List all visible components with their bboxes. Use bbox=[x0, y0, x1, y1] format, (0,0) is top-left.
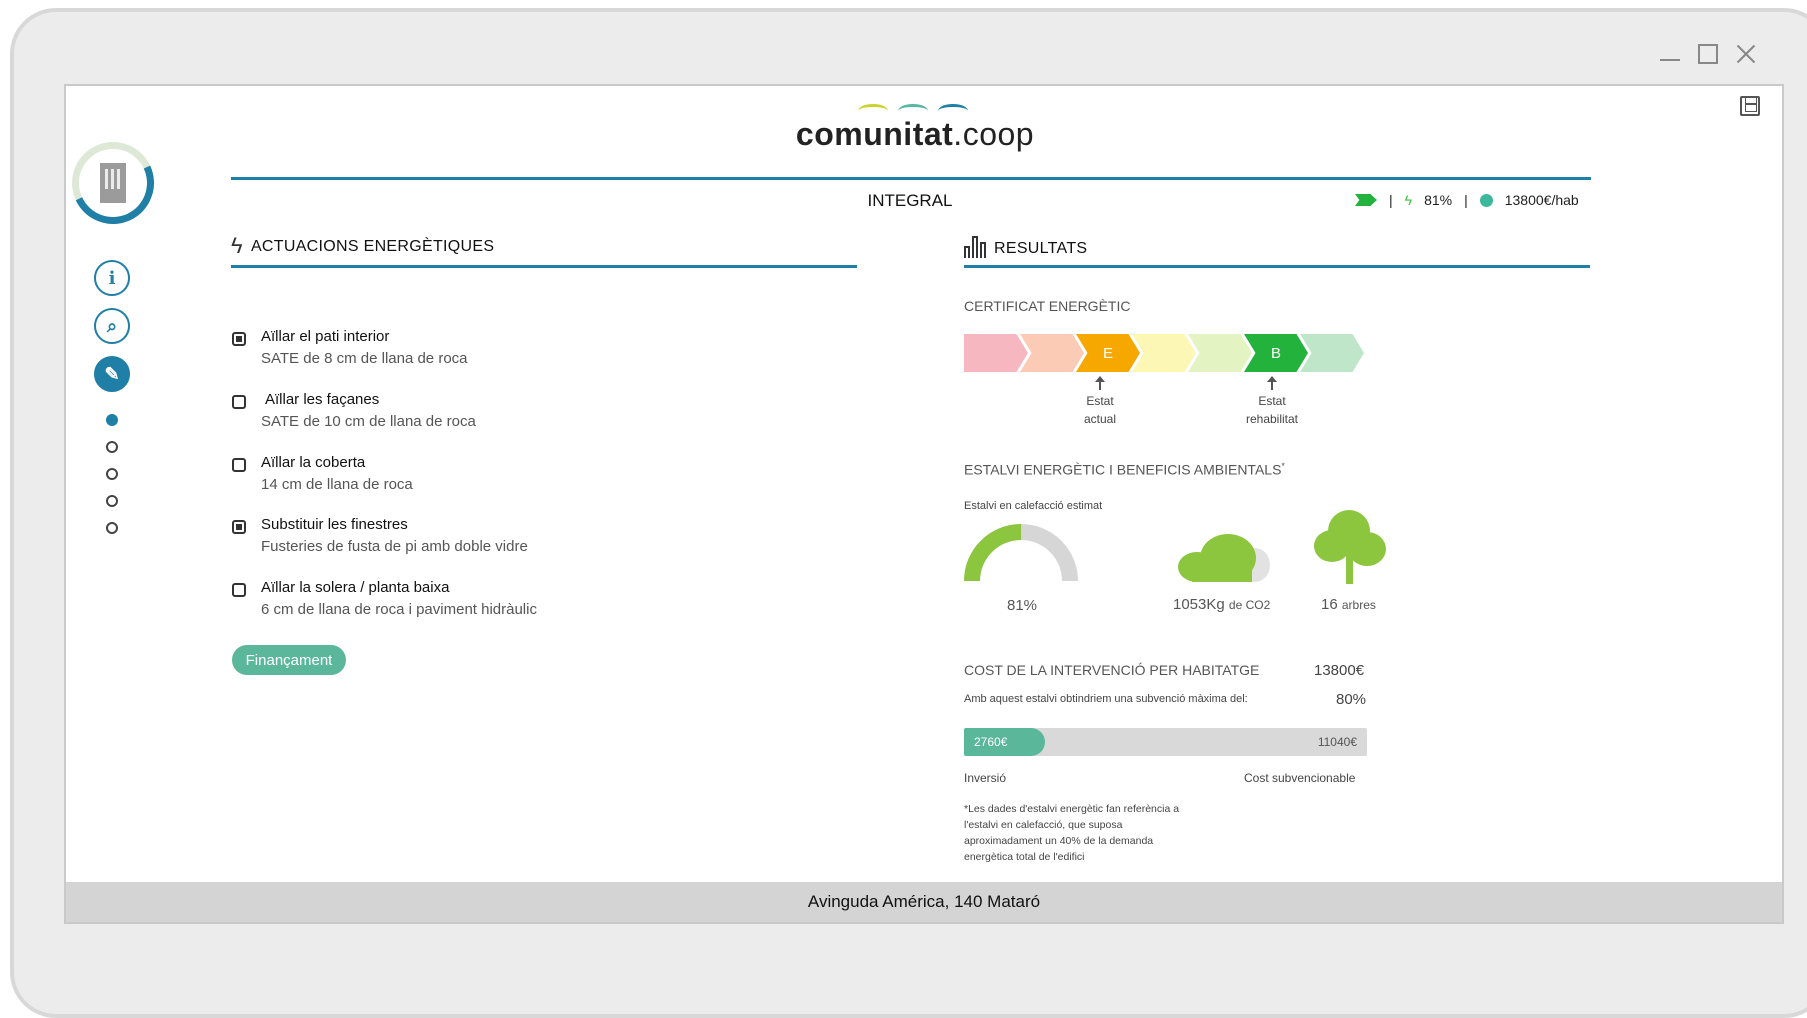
bar-chart-icon-bar bbox=[972, 236, 978, 258]
logo-arc-2 bbox=[898, 104, 928, 118]
checkbox[interactable] bbox=[232, 583, 246, 597]
cert-current-line1: Estat bbox=[1086, 394, 1114, 408]
action-sub: 6 cm de llana de roca i paviment hidràul… bbox=[261, 601, 537, 618]
arrow-up-icon bbox=[1095, 376, 1105, 390]
bolt-outline-icon: ϟ bbox=[231, 233, 243, 258]
cert-current-line2: actual bbox=[1083, 412, 1117, 426]
cost-value: 13800€ bbox=[1314, 662, 1365, 679]
energy-class-icon bbox=[1355, 194, 1377, 206]
trees-value: 16 bbox=[1321, 596, 1338, 613]
actuacions-heading-text: ACTUACIONS ENERGÈTIQUES bbox=[250, 238, 495, 255]
save-icon[interactable] bbox=[1740, 96, 1760, 116]
window-controls bbox=[1660, 44, 1756, 64]
action-sub: SATE de 8 cm de llana de roca bbox=[261, 350, 468, 367]
building-icon bbox=[100, 163, 126, 203]
brush-icon[interactable]: ✎ bbox=[94, 356, 130, 392]
step-dot-4[interactable] bbox=[106, 495, 118, 507]
subsidy-text: Amb aquest estalvi obtindriem una subven… bbox=[964, 693, 1248, 705]
action-title: Aïllar el pati interior bbox=[261, 328, 390, 345]
tree-icon bbox=[1314, 510, 1386, 584]
saving-pct: 81% bbox=[1424, 192, 1453, 208]
subsidy-value: 80% bbox=[1336, 691, 1367, 708]
logo-name: comunitat bbox=[795, 116, 954, 152]
maximize-icon[interactable] bbox=[1698, 44, 1718, 64]
env-title-mark: * bbox=[1281, 461, 1285, 471]
step-dot-1[interactable] bbox=[106, 414, 118, 426]
env-title-text: ESTALVI ENERGÈTIC I BENEFICIS AMBIENTALS bbox=[964, 461, 1282, 478]
trees-unit: arbres bbox=[1341, 598, 1376, 612]
cert-rehab-line1: Estat bbox=[1258, 394, 1286, 408]
action-title: Aïllar les façanes bbox=[265, 391, 380, 408]
financing-button[interactable]: Finançament bbox=[232, 645, 346, 675]
close-icon[interactable] bbox=[1736, 44, 1756, 64]
minimize-icon[interactable] bbox=[1660, 47, 1680, 61]
logo-arcs bbox=[790, 100, 1040, 116]
logo-arc-1 bbox=[858, 104, 888, 118]
actuacions-divider bbox=[231, 265, 857, 268]
bar-chart-icon-bar bbox=[980, 242, 986, 258]
subsidizable-value: 11040€ bbox=[1317, 735, 1357, 749]
cert-rehab-label: Estat rehabilitat bbox=[1232, 392, 1312, 428]
checkbox[interactable] bbox=[232, 458, 246, 472]
tree-trunk bbox=[1346, 552, 1353, 584]
resultats-divider bbox=[964, 265, 1590, 268]
bar-chart-icon-bar bbox=[964, 246, 970, 258]
resultats-heading-text: RESULTATS bbox=[994, 240, 1088, 257]
logo-suffix: .coop bbox=[953, 116, 1035, 152]
address-text: Avinguda América, 140 Mataró bbox=[807, 892, 1041, 911]
action-title: Substituir les finestres bbox=[261, 516, 408, 533]
trees-label: 16 arbres bbox=[1321, 596, 1376, 613]
bolt-icon: ϟ bbox=[1404, 192, 1413, 208]
info-icon[interactable]: i bbox=[94, 260, 130, 296]
investment-value: 2760€ bbox=[974, 735, 1008, 749]
heating-value: 81% bbox=[1007, 597, 1038, 614]
action-sub: 14 cm de llana de roca bbox=[261, 476, 413, 493]
tree-crown-top bbox=[1328, 510, 1370, 552]
env-title: ESTALVI ENERGÈTIC I BENEFICIS AMBIENTALS… bbox=[964, 461, 1285, 478]
checkbox[interactable] bbox=[232, 395, 246, 409]
step-dot-5[interactable] bbox=[106, 522, 118, 534]
cost-per-home: 13800€/hab bbox=[1504, 192, 1579, 208]
arrow-up-icon bbox=[1267, 376, 1277, 390]
logo: comunitat.coop bbox=[790, 100, 1040, 153]
co2-cloud-icon bbox=[1178, 534, 1270, 582]
heating-gauge-fill bbox=[964, 524, 1078, 581]
bar-chart-icon bbox=[964, 236, 986, 258]
coin-icon bbox=[1479, 193, 1493, 207]
logo-text: comunitat.coop bbox=[790, 116, 1040, 153]
cost-split-bar: 2760€ 11040€ bbox=[964, 728, 1367, 756]
heating-label: Estalvi en calefacció estimat bbox=[964, 500, 1103, 512]
cost-title: COST DE LA INTERVENCIÓ PER HABITATGE bbox=[964, 662, 1260, 678]
checkbox[interactable] bbox=[232, 520, 246, 534]
co2-unit: de CO2 bbox=[1228, 598, 1271, 612]
mode-title: INTEGRAL bbox=[867, 191, 953, 210]
search-icon[interactable]: ⌕ bbox=[94, 308, 130, 344]
address-footer: Avinguda América, 140 Mataró bbox=[66, 882, 1782, 922]
action-title: Aïllar la coberta bbox=[261, 454, 366, 471]
resultats-heading: RESULTATS bbox=[964, 236, 1087, 258]
cloud-base bbox=[1192, 564, 1252, 582]
co2-label: 1053Kg de CO2 bbox=[1173, 596, 1270, 613]
cert-rehab-line2: rehabilitat bbox=[1245, 412, 1299, 426]
cert-title: CERTIFICAT ENERGÈTIC bbox=[964, 298, 1131, 314]
header-stats: | ϟ 81% | 13800€/hab bbox=[1355, 192, 1579, 208]
actuacions-heading: ϟ ACTUACIONS ENERGÈTIQUES bbox=[231, 233, 495, 258]
checkbox[interactable] bbox=[232, 332, 246, 346]
action-sub: Fusteries de fusta de pi amb doble vidre bbox=[261, 538, 528, 555]
co2-value: 1053Kg bbox=[1173, 596, 1225, 613]
step-dot-3[interactable] bbox=[106, 468, 118, 480]
footnote: *Les dades d'estalvi energètic fan refer… bbox=[964, 803, 1180, 863]
stats-separator: | bbox=[1464, 192, 1468, 208]
investment-label: Inversió bbox=[964, 771, 1007, 785]
header-divider bbox=[231, 177, 1591, 180]
step-dot-2[interactable] bbox=[106, 441, 118, 453]
action-title: Aïllar la solera / planta baixa bbox=[261, 579, 450, 596]
stats-separator: | bbox=[1389, 192, 1393, 208]
cert-current-label: Estat actual bbox=[1060, 392, 1140, 428]
heating-gauge bbox=[964, 524, 1078, 581]
cert-class-chevron bbox=[964, 334, 1028, 372]
subsidizable-label: Cost subvencionable bbox=[1244, 771, 1356, 785]
logo-arc-3 bbox=[938, 104, 968, 118]
action-sub: SATE de 10 cm de llana de roca bbox=[261, 413, 476, 430]
